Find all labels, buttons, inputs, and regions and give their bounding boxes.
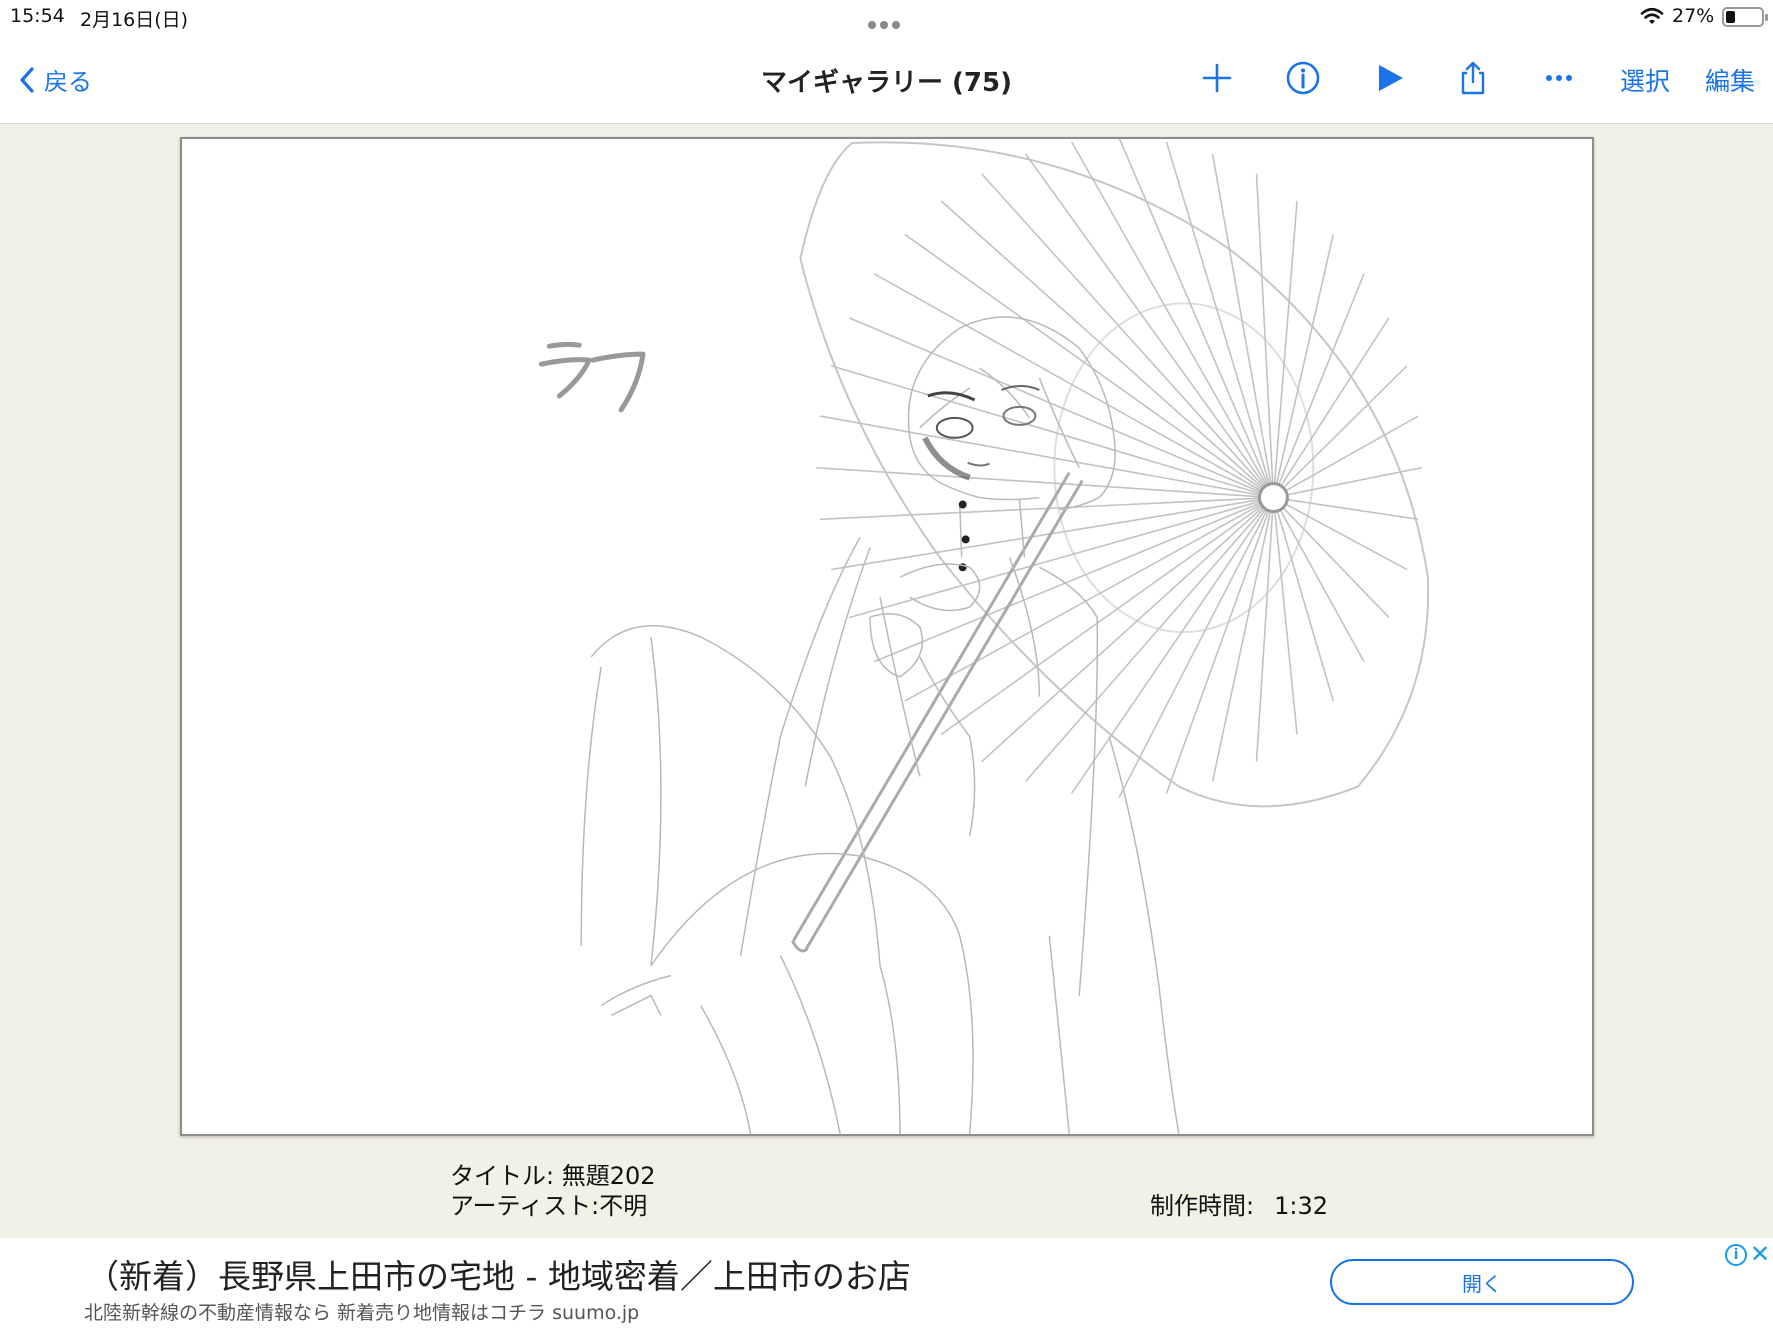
ad-banner[interactable]: （新着）長野県上田市の宅地 - 地域密着／上田市のお店 北陸新幹線の不動産情報な… [0,1238,1773,1329]
ad-headline[interactable]: （新着）長野県上田市の宅地 - 地域密着／上田市のお店 [86,1250,911,1298]
ad-info-icon[interactable]: i [1725,1244,1747,1266]
artwork-canvas[interactable] [180,137,1594,1136]
artwork-artist: アーティスト:不明 [450,1192,648,1220]
navigation-bar: 戻る マイギャラリー (75) 選択 編集 [0,34,1773,124]
sketch-artwork [538,139,1430,1134]
add-button[interactable] [1195,56,1239,100]
umbrella-illustration [791,139,1430,953]
plus-icon [1202,63,1232,93]
status-bar: 15:54 2月16日(日) 27% [0,0,1773,34]
share-button[interactable] [1451,56,1495,100]
back-button[interactable]: 戻る [18,62,92,97]
battery-percent: 27% [1672,5,1715,27]
more-button[interactable] [1537,56,1581,100]
play-icon [1379,65,1403,91]
play-button[interactable] [1368,56,1412,100]
wifi-icon [1640,7,1664,24]
edit-button[interactable]: 編集 [1705,62,1755,98]
handwritten-label-rough [538,341,646,413]
ad-close-icon[interactable]: ✕ [1750,1240,1770,1268]
select-button[interactable]: 選択 [1620,62,1670,98]
production-time: 制作時間: 1:32 [1150,1186,1328,1221]
share-icon [1461,61,1485,95]
page-title: マイギャラリー (75) [761,68,1012,98]
battery-icon [1722,7,1768,27]
status-date: 2月16日(日) [80,9,189,31]
multitasking-dots-icon[interactable] [868,12,906,29]
figure-illustration [580,316,1180,1134]
info-button[interactable] [1281,56,1325,100]
more-icon [1546,75,1572,81]
ad-open-button[interactable]: 開く [1330,1259,1634,1305]
production-time-label: 制作時間: [1150,1192,1255,1220]
info-icon [1286,61,1320,95]
status-time: 15:54 [10,5,65,27]
ad-subtext[interactable]: 北陸新幹線の不動産情報なら 新着売り地情報はコチラ suumo.jp [84,1298,639,1325]
chevron-left-icon [20,66,34,93]
back-label: 戻る [44,68,92,96]
production-time-value: 1:32 [1274,1192,1328,1220]
